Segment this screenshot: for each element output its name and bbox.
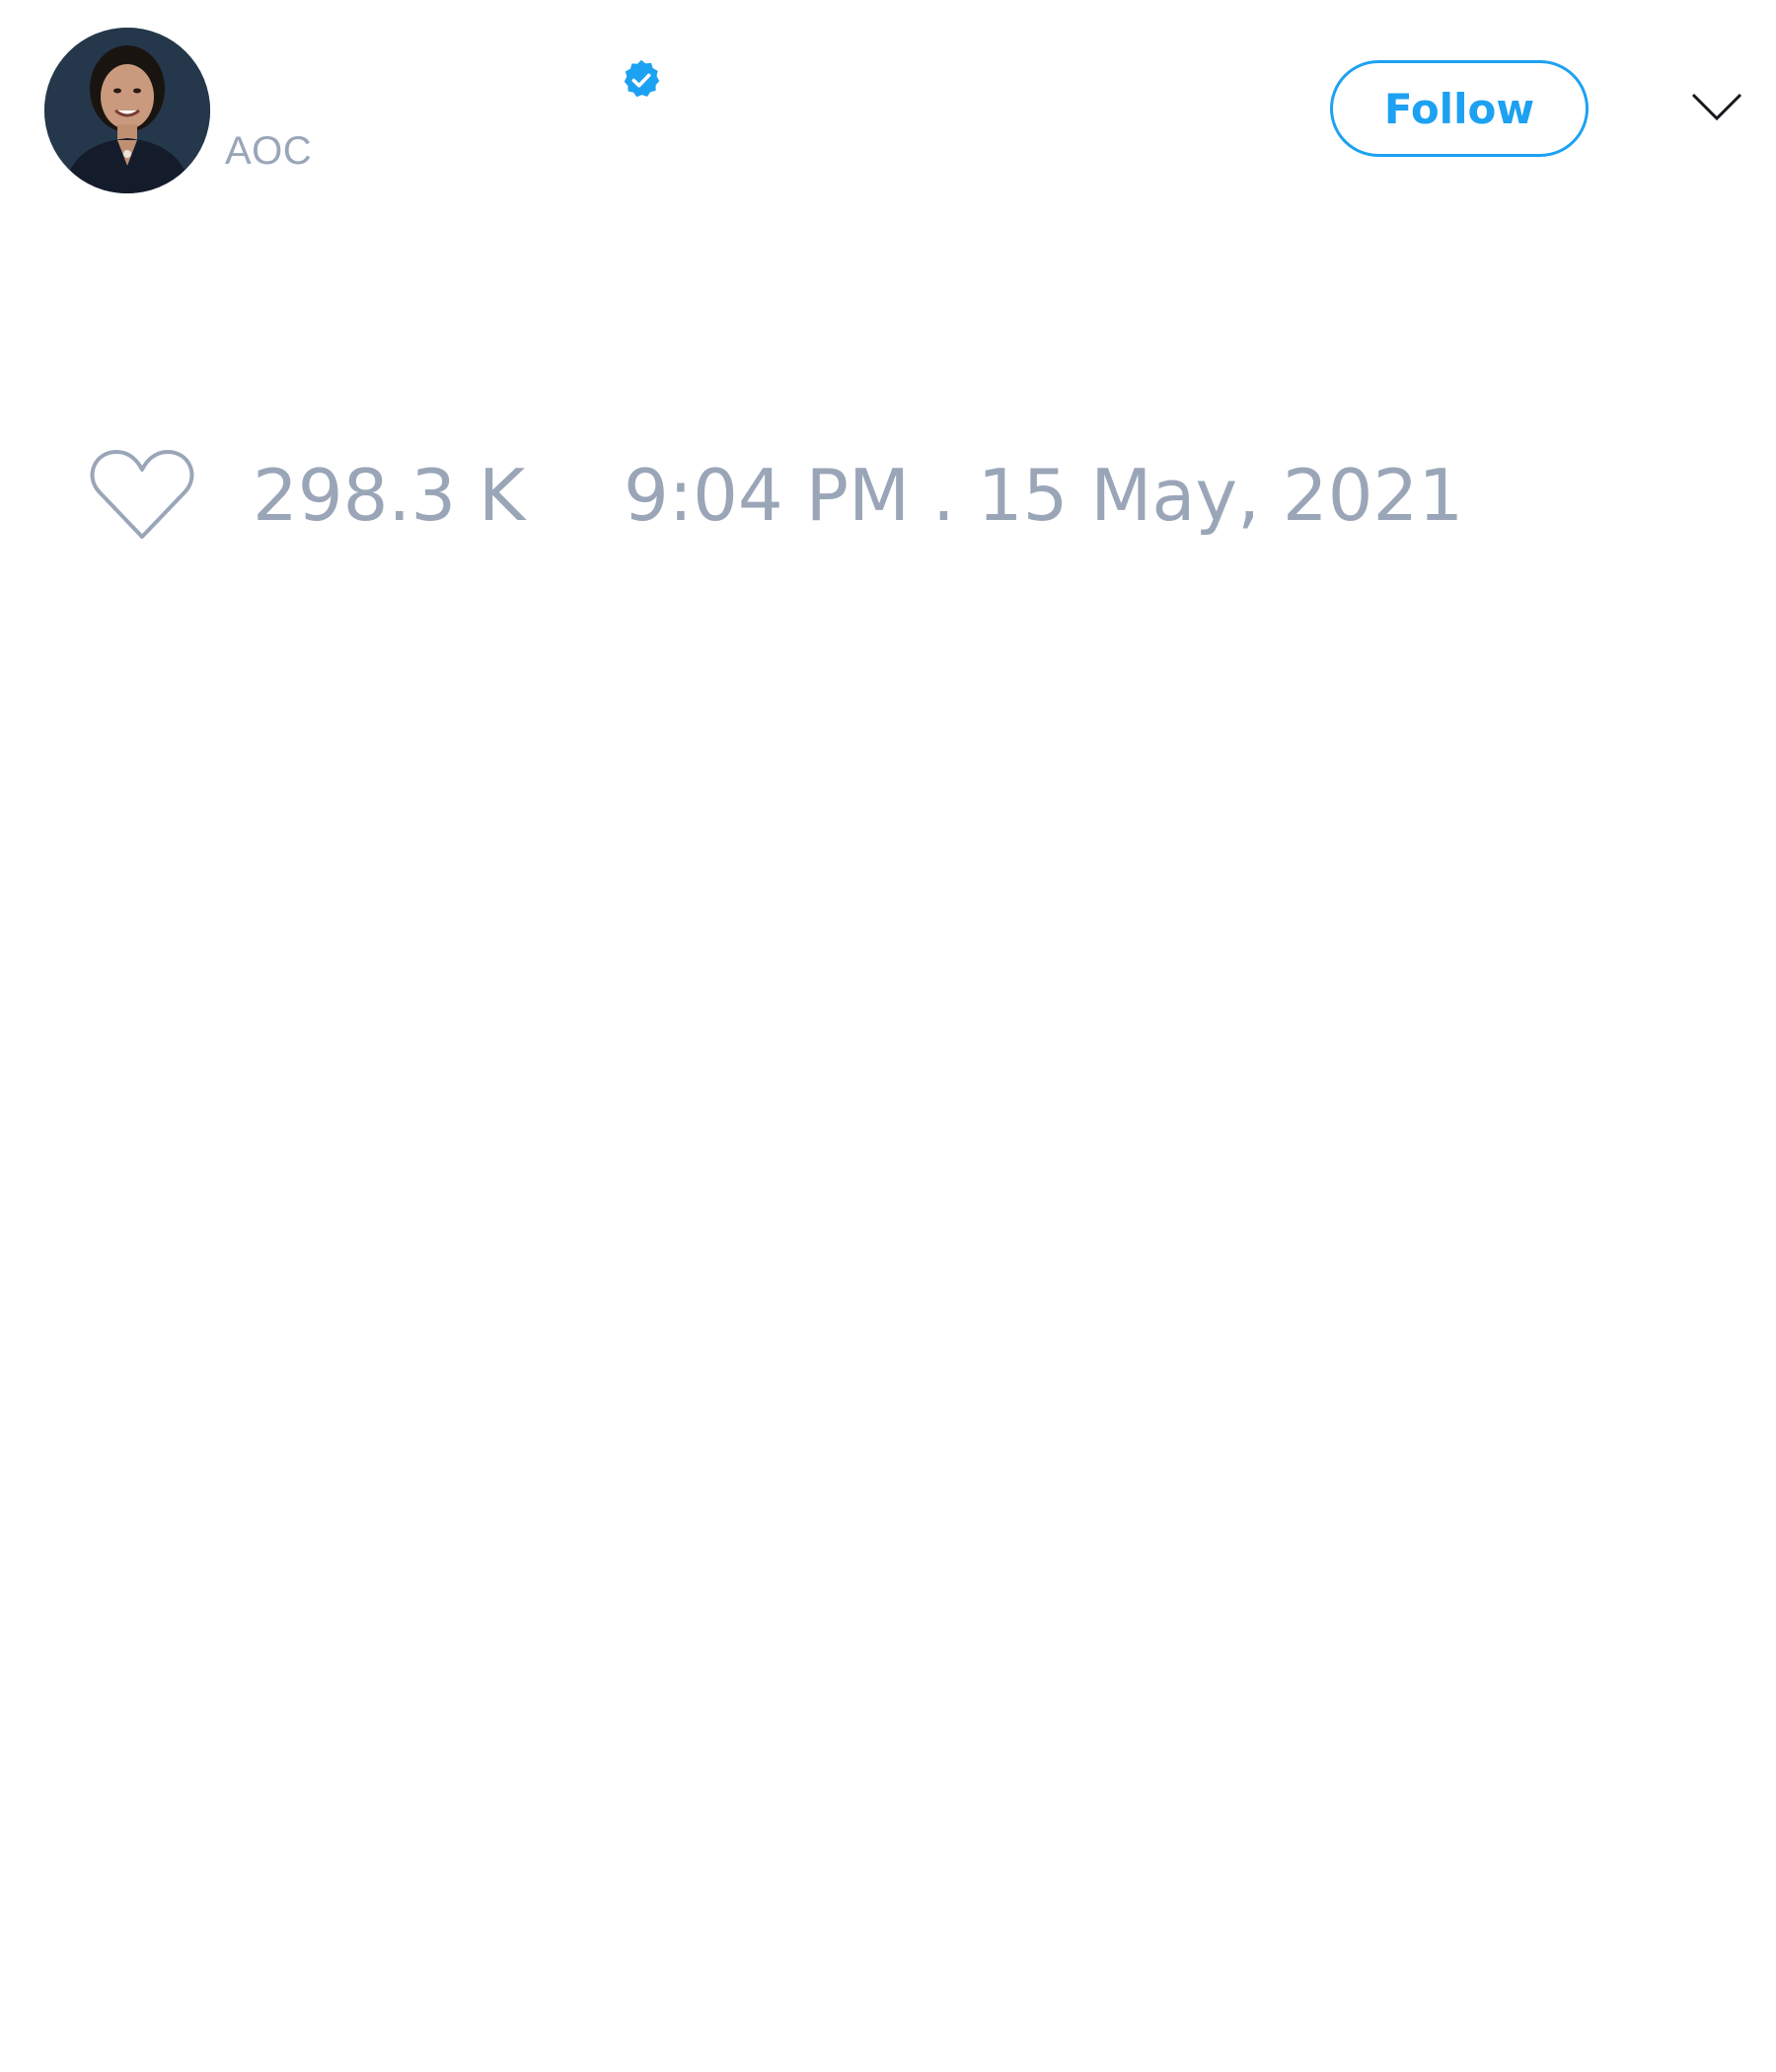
avatar-photo xyxy=(44,28,210,193)
like-count: 298.3 K xyxy=(253,454,526,537)
heart-outline-icon xyxy=(90,450,194,539)
verified-badge-icon xyxy=(619,57,664,103)
follow-button[interactable]: Follow xyxy=(1330,60,1589,157)
tweet-timestamp[interactable]: 9:04 PM . 15 May, 2021 xyxy=(624,446,1463,545)
tweet-stats-row: 298.3 K 9:04 PM . 15 May, 2021 xyxy=(89,446,1667,545)
chevron-down-icon xyxy=(1691,93,1742,121)
author-handle[interactable]: AOC xyxy=(225,126,312,176)
more-options-button[interactable] xyxy=(1689,87,1744,128)
tweet-card: AOC Follow 298.3 K 9:04 PM . 15 May, 202… xyxy=(0,0,1776,2072)
like-button[interactable] xyxy=(89,448,195,543)
avatar[interactable] xyxy=(44,28,210,193)
